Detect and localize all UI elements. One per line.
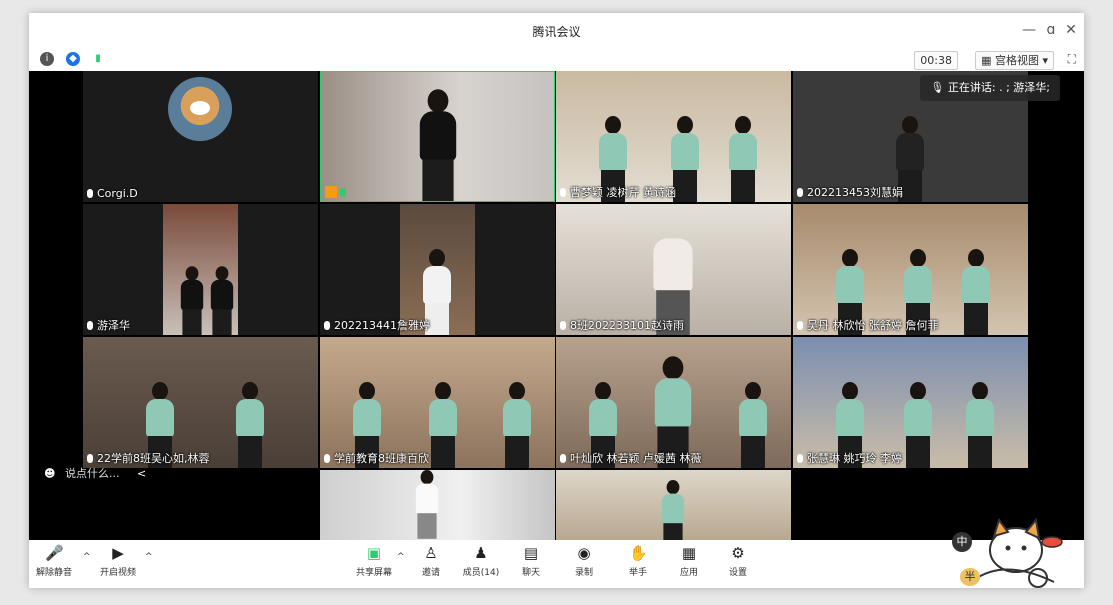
view-label: 宫格视图	[994, 54, 1039, 67]
mic-icon	[324, 454, 330, 463]
emoji-icon[interactable]: ☻	[44, 467, 59, 480]
mic-icon	[87, 454, 93, 463]
shield-icon[interactable]: ◆	[66, 52, 80, 66]
chat-bar[interactable]: ☻ 说点什么... <	[44, 463, 146, 485]
meeting-timer: 00:38	[914, 51, 958, 70]
record-icon: ◉	[577, 544, 591, 562]
apps-icon: ▦	[681, 544, 697, 562]
participant-avatar	[168, 77, 232, 141]
raise-hand-icon: ✋	[629, 544, 648, 562]
view-caret-icon: ▾	[1042, 54, 1048, 67]
settings-label: 设置	[728, 568, 747, 578]
audio-options-caret[interactable]: ^	[83, 552, 91, 562]
video-tile[interactable]: 8班202233101赵诗雨	[556, 204, 791, 335]
video-options-caret[interactable]: ^	[145, 552, 153, 562]
invite-label: 邀请	[421, 568, 440, 578]
settings-button[interactable]: ⚙ 设置	[713, 544, 763, 578]
chat-input-placeholder[interactable]: 说点什么...	[65, 467, 120, 480]
members-button[interactable]: ♟ 成员(14)	[456, 544, 506, 578]
chat-label: 聊天	[521, 568, 540, 578]
video-off-icon: ▶	[112, 544, 124, 562]
apps-button[interactable]: ▦ 应用	[664, 544, 714, 578]
participant-name: 曹梦颖 凌树芹 黄诗涵	[570, 186, 676, 199]
video-tile[interactable]: 22学前8班吴心如,林蓉	[83, 337, 318, 468]
participant-name: 游泽华	[97, 319, 130, 332]
participant-name: 8班202233101赵诗雨	[570, 319, 684, 332]
info-icon[interactable]: i	[40, 52, 54, 66]
video-tile[interactable]	[556, 470, 791, 540]
unmute-button[interactable]: 🎤 解除静音	[29, 544, 79, 578]
sticker-text-2: 半	[960, 568, 980, 586]
members-label: 成员(14)	[462, 568, 500, 578]
minimize-button[interactable]: —	[1020, 22, 1038, 38]
sticker-text-1: 中	[952, 532, 972, 552]
mic-icon	[340, 188, 346, 197]
unmute-label: 解除静音	[35, 568, 72, 578]
speaker-mic-icon: 🎙	[930, 81, 948, 94]
video-tile[interactable]: 学前教育8班康百欣	[320, 337, 555, 468]
raise-hand-button[interactable]: ✋ 举手	[613, 544, 663, 578]
share-label: 共享屏幕	[355, 568, 392, 578]
video-tile[interactable]	[320, 470, 555, 540]
mic-icon	[87, 321, 93, 330]
mic-icon	[560, 188, 566, 197]
gear-icon: ⚙	[731, 544, 745, 562]
mic-icon	[560, 321, 566, 330]
mic-icon	[560, 454, 566, 463]
muted-mic-icon: 🎤	[45, 544, 64, 562]
video-tile[interactable]: 张慧琳 姚巧玲 李婷	[793, 337, 1028, 468]
participant-name: 学前教育8班康百欣	[334, 452, 429, 465]
video-tile[interactable]: 游泽华	[83, 204, 318, 335]
video-tile[interactable]: Corgi.D	[83, 71, 318, 202]
chat-icon: ▤	[523, 544, 539, 562]
mic-icon	[87, 189, 93, 198]
share-options-caret[interactable]: ^	[397, 552, 405, 562]
record-button[interactable]: ◉ 录制	[559, 544, 609, 578]
invite-button[interactable]: ♙ 邀请	[406, 544, 456, 578]
grid-icon: ▦	[981, 54, 995, 67]
video-tile[interactable]	[320, 71, 555, 202]
view-switch-button[interactable]: ▦ 宫格视图 ▾	[975, 51, 1054, 70]
video-tile[interactable]: 叶灿欣 林若颖 卢媛茜 林薇	[556, 337, 791, 468]
bottom-toolbar: 🎤 解除静音 ^ ▶ 开启视频 ^ ▣ 共享屏幕 ^ ♙ 邀请 ♟ 成员(14)…	[29, 540, 1084, 588]
host-icon	[325, 186, 337, 198]
share-screen-icon: ▣	[366, 544, 382, 562]
video-tile[interactable]: 吴丹 林欣怡 张舒婷 詹何菲	[793, 204, 1028, 335]
title-bar: 腾讯会议 — ɑ ✕	[29, 13, 1084, 49]
meeting-window: 腾讯会议 — ɑ ✕ i ◆ ▮ 00:38 ▦ 宫格视图 ▾ ⛶ Corgi.…	[29, 13, 1084, 588]
share-screen-button[interactable]: ▣ 共享屏幕	[349, 544, 399, 578]
restore-button[interactable]: ɑ	[1042, 22, 1060, 38]
signal-icon[interactable]: ▮	[91, 52, 105, 66]
video-tile[interactable]: 曹梦颖 凌树芹 黄诗涵	[556, 71, 791, 202]
participant-name: 202213453刘慧娟	[807, 186, 903, 199]
chat-button[interactable]: ▤ 聊天	[506, 544, 556, 578]
top-toolbar: i ◆ ▮ 00:38 ▦ 宫格视图 ▾ ⛶	[29, 49, 1084, 71]
record-label: 录制	[574, 568, 593, 578]
raise-hand-label: 举手	[628, 568, 647, 578]
close-button[interactable]: ✕	[1062, 22, 1080, 38]
start-video-button[interactable]: ▶ 开启视频	[93, 544, 143, 578]
start-video-label: 开启视频	[99, 568, 136, 578]
participant-name: Corgi.D	[97, 187, 138, 200]
speaker-label: 正在讲话: . ; 游泽华;	[947, 81, 1050, 94]
mic-icon	[324, 321, 330, 330]
participant-name: 202213441詹雅婷	[334, 319, 430, 332]
participant-name: 叶灿欣 林若颖 卢媛茜 林薇	[570, 452, 702, 465]
cat-sticker: 中 半	[944, 508, 1064, 588]
mic-icon	[797, 454, 803, 463]
chat-collapse-button[interactable]: <	[137, 467, 146, 480]
participant-name: 吴丹 林欣怡 张舒婷 詹何菲	[807, 319, 939, 332]
apps-label: 应用	[679, 568, 698, 578]
video-tile[interactable]: 202213441詹雅婷	[320, 204, 555, 335]
members-icon: ♟	[474, 544, 488, 562]
fullscreen-icon[interactable]: ⛶	[1068, 52, 1076, 67]
window-title: 腾讯会议	[532, 25, 581, 39]
mic-icon	[797, 321, 803, 330]
invite-icon: ♙	[424, 544, 438, 562]
mic-icon	[797, 188, 803, 197]
video-grid: Corgi.D 曹梦颖 凌树芹 黄诗涵 202213453刘慧娟 游泽华 202…	[29, 71, 1084, 540]
speaker-indicator: 🎙 正在讲话: . ; 游泽华;	[920, 75, 1060, 101]
participant-name: 张慧琳 姚巧玲 李婷	[807, 452, 902, 465]
